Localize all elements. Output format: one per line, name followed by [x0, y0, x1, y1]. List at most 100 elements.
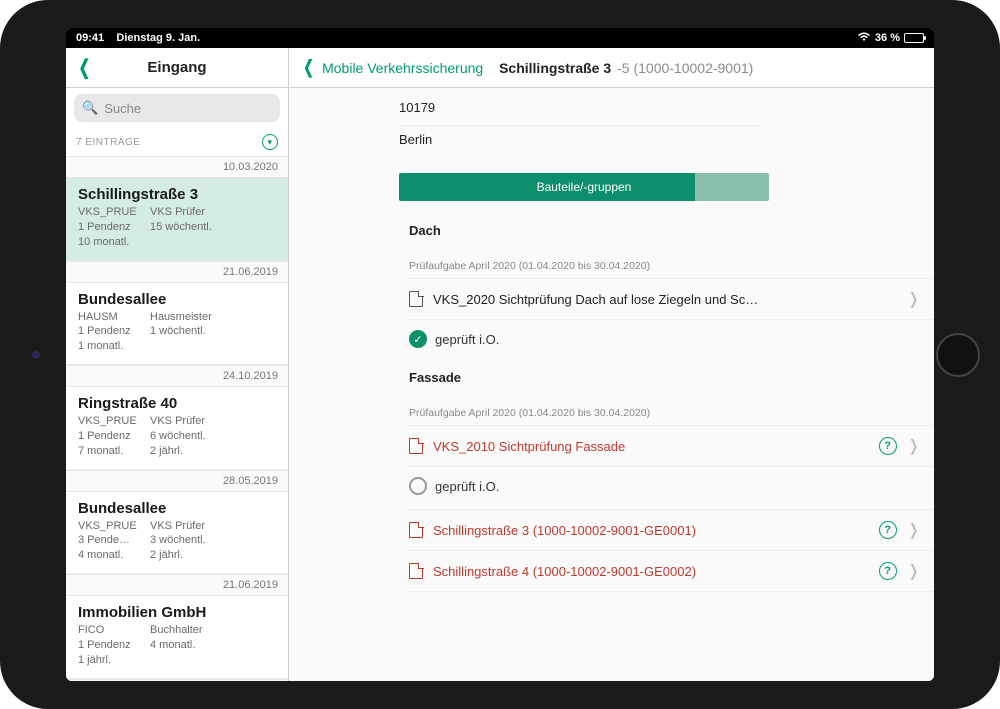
status-date: Dienstag 9. Jan.	[116, 32, 200, 44]
unchecked-circle-icon	[409, 477, 427, 495]
list-meta: 3 wöchentl.	[150, 533, 206, 548]
page-title: Schillingstraße 3	[499, 60, 611, 76]
list-meta: 7 monatl.	[78, 444, 140, 459]
search-icon: 🔍	[82, 100, 98, 116]
breadcrumb[interactable]: Mobile Verkehrssicherung	[322, 60, 483, 76]
list-meta: 10 monatl.	[78, 235, 140, 250]
section-dach: Dach	[409, 223, 934, 238]
status-row[interactable]: ✓ geprüft i.O.	[409, 330, 934, 348]
city-field[interactable]: Berlin	[399, 126, 759, 157]
list-item[interactable]: Bundesallee VKS_PRUEVKS Prüfer 3 Pende…3…	[66, 492, 288, 575]
list-meta: 2 jährl.	[150, 444, 183, 459]
list-date: 28.05.2019	[66, 470, 288, 492]
status-label: geprüft i.O.	[435, 332, 499, 347]
task-text: VKS_2020 Sichtprüfung Dach auf lose Zieg…	[433, 292, 897, 307]
list-meta: 15 wöchentl.	[150, 220, 212, 235]
sidebar-header: ❮ Eingang	[66, 48, 288, 88]
list-meta: VKS_PRUE	[78, 519, 140, 534]
battery-percent: 36 %	[875, 32, 900, 44]
main-header: ❮ Mobile Verkehrssicherung Schillingstra…	[289, 48, 934, 88]
sidebar-title: Eingang	[66, 59, 288, 76]
help-icon[interactable]: ?	[879, 437, 897, 455]
status-right: 36 %	[857, 32, 924, 45]
task-row[interactable]: VKS_2010 Sichtprüfung Fassade ? ❯	[409, 425, 934, 467]
list-meta: 1 Pendenz	[78, 638, 140, 653]
task-text: VKS_2010 Sichtprüfung Fassade	[433, 439, 869, 454]
section-fassade: Fassade	[409, 370, 934, 385]
task-row[interactable]: Schillingstraße 4 (1000-10002-9001-GE000…	[409, 551, 934, 592]
back-icon[interactable]: ❮	[79, 55, 91, 80]
breadcrumb-back-icon[interactable]: ❮	[303, 57, 314, 78]
list-item[interactable]: Ringstraße 40 VKS_PRUE VKS Prüfer 1 Pende…	[66, 387, 288, 470]
list-date: 10.03.2020	[66, 156, 288, 178]
list-item[interactable]: Schillingstraße 3 VKS_PRUEVKS Prüfer 1 P…	[66, 178, 288, 261]
list-meta: 1 Pendenz	[78, 220, 140, 235]
status-bar: 09:41 Dienstag 9. Jan. 36 %	[66, 28, 934, 48]
entries-header: 7 EINTRÄGE ▾	[66, 128, 288, 156]
list-item[interactable]: Immobilien GmbH FICO Buchhalter 1 Pendenz…	[66, 596, 288, 679]
list-meta: 1 monatl.	[78, 339, 140, 354]
list-item-title: Bundesallee	[78, 291, 276, 308]
list-item-title: Ringstraße 40	[78, 395, 276, 412]
status-time: 09:41	[76, 32, 104, 44]
list-meta: VKS Prüfer	[150, 519, 205, 534]
sidebar-list[interactable]: 10.03.2020 Schillingstraße 3 VKS_PRUEVKS…	[66, 156, 288, 681]
list-meta: HAUSM	[78, 310, 140, 325]
task-row[interactable]: VKS_2020 Sichtprüfung Dach auf lose Zieg…	[409, 278, 934, 320]
list-meta: VKS_PRUE	[78, 205, 140, 220]
list-meta: VKS_PRUE	[78, 414, 140, 429]
status-left: 09:41 Dienstag 9. Jan.	[76, 32, 200, 44]
status-row[interactable]: geprüft i.O.	[409, 477, 934, 495]
list-item[interactable]: Bundesallee HAUSMHausmeister 1 Pendenz1 …	[66, 283, 288, 366]
list-date: 21.06.2019	[66, 574, 288, 596]
tablet-frame: 09:41 Dienstag 9. Jan. 36 % ❮ Eingang	[0, 0, 1000, 709]
list-item-title: Immobilien GmbH	[78, 604, 276, 621]
document-icon	[409, 438, 423, 454]
list-meta: Buchhalter	[150, 623, 203, 638]
filter-icon[interactable]: ▾	[262, 134, 278, 150]
main-panel: ❮ Mobile Verkehrssicherung Schillingstra…	[289, 48, 934, 681]
screen: 09:41 Dienstag 9. Jan. 36 % ❮ Eingang	[66, 28, 934, 681]
help-icon[interactable]: ?	[879, 521, 897, 539]
status-label: geprüft i.O.	[435, 479, 499, 494]
list-meta: 1 Pendenz	[78, 429, 140, 444]
list-meta: FICO	[78, 623, 140, 638]
content-scroll[interactable]: 10179 Berlin Bauteile/-gruppen Dach Prüf…	[289, 88, 934, 681]
home-button[interactable]	[936, 333, 980, 377]
chevron-right-icon: ❯	[909, 289, 918, 309]
list-meta: VKS Prüfer	[150, 414, 205, 429]
list-meta: 2 jährl.	[150, 548, 183, 563]
search-input[interactable]: 🔍 Suche	[74, 94, 280, 122]
list-meta: 6 wöchentl.	[150, 429, 206, 444]
chevron-right-icon: ❯	[909, 436, 918, 456]
list-meta: 4 monatl.	[78, 548, 140, 563]
list-date: 21.06.2019	[66, 261, 288, 283]
task-row[interactable]: Schillingstraße 3 (1000-10002-9001-GE000…	[409, 509, 934, 551]
page-title-suffix: -5 (1000-10002-9001)	[617, 60, 753, 76]
entries-count: 7 EINTRÄGE	[76, 137, 140, 148]
list-item-title: Bundesallee	[78, 500, 276, 517]
battery-icon	[904, 33, 924, 43]
list-date: 24.10.2019	[66, 365, 288, 387]
tab-bauteile[interactable]: Bauteile/-gruppen	[399, 173, 769, 201]
task-meta: Prüfaufgabe April 2020 (01.04.2020 bis 3…	[409, 407, 934, 419]
postal-field[interactable]: 10179	[399, 94, 759, 126]
search-placeholder: Suche	[104, 101, 141, 116]
document-icon	[409, 522, 423, 538]
tab-label: Bauteile/-gruppen	[537, 180, 632, 194]
chevron-right-icon: ❯	[909, 561, 918, 581]
list-item-title: Schillingstraße 3	[78, 186, 276, 203]
task-meta: Prüfaufgabe April 2020 (01.04.2020 bis 3…	[409, 260, 934, 272]
document-icon	[409, 563, 423, 579]
camera-dot	[32, 351, 40, 359]
list-meta: 1 jährl.	[78, 653, 140, 668]
document-icon	[409, 291, 423, 307]
help-icon[interactable]: ?	[879, 562, 897, 580]
sidebar: ❮ Eingang 🔍 Suche 7 EINTRÄGE ▾ 10.03.202…	[66, 48, 289, 681]
task-text: Schillingstraße 4 (1000-10002-9001-GE000…	[433, 564, 869, 579]
list-meta: 1 Pendenz	[78, 324, 140, 339]
check-circle-icon: ✓	[409, 330, 427, 348]
list-meta: 4 monatl.	[150, 638, 195, 653]
task-text: Schillingstraße 3 (1000-10002-9001-GE000…	[433, 523, 869, 538]
wifi-icon	[857, 32, 871, 45]
